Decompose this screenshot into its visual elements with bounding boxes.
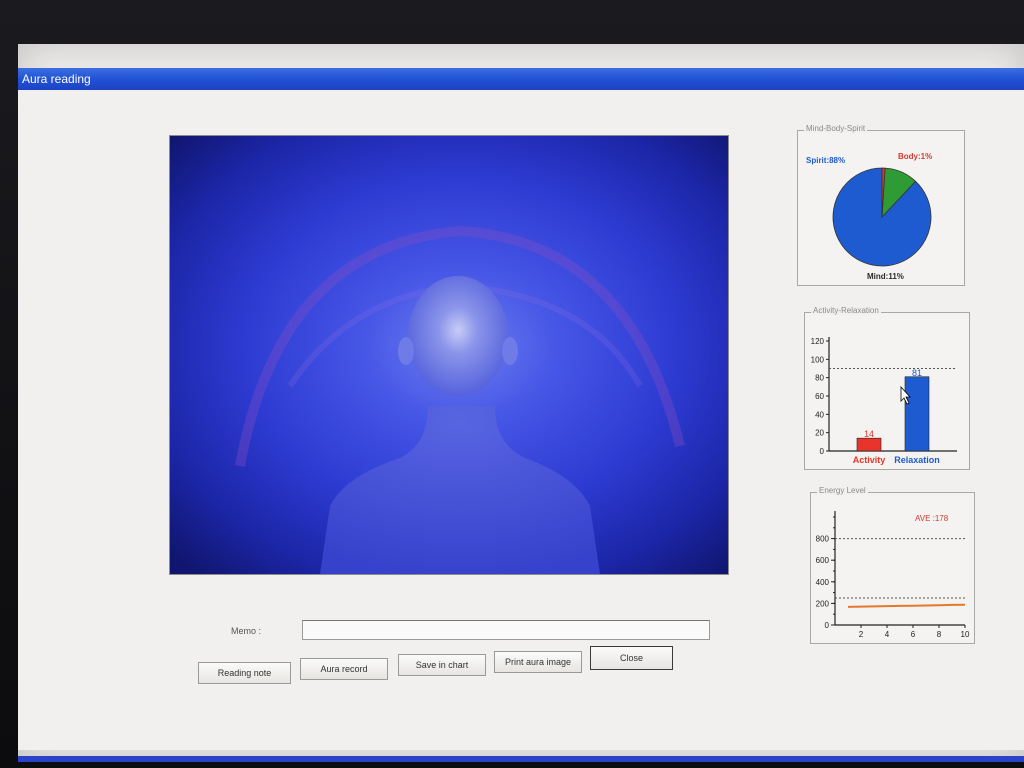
line-y-tick-label: 800 (816, 535, 830, 544)
activity-relaxation-panel: Activity-Relaxation 0 20 40 60 80 100 120 14 Act… (804, 306, 970, 470)
bar-category-label: Activity (853, 455, 886, 465)
aura-record-button[interactable]: Aura record (300, 658, 388, 680)
bar-y-tick-label: 40 (815, 410, 824, 419)
line-x-tick-label: 2 (859, 630, 864, 639)
line-y-tick-label: 0 (825, 621, 830, 630)
energy-level-panel: Energy Level AVE :178 0 200 400 600 800 2 4 6 8 1… (810, 486, 975, 644)
bar-value-label: 81 (912, 368, 922, 378)
line-y-tick-label: 600 (816, 556, 830, 565)
reading-note-button[interactable]: Reading note (198, 662, 291, 684)
window-content: Memo : Reading note Aura record Save in … (18, 90, 1024, 750)
bar-activity (856, 437, 882, 452)
pie-label-mind: Mind:11% (867, 272, 904, 281)
bar-y-tick-label: 20 (815, 429, 824, 438)
pie-label-spirit: Spirit:88% (806, 156, 845, 165)
bar-y-tick-label: 80 (815, 374, 824, 383)
aura-image (169, 135, 729, 575)
bar-y-tick-label: 0 (820, 447, 825, 456)
line-x-tick-label: 8 (937, 630, 942, 639)
window-titlebar[interactable]: Aura reading (18, 68, 1024, 90)
mind-body-spirit-chart: Spirit:88% Body:1% Mind:11% (806, 152, 932, 281)
line-x-tick-label: 6 (911, 630, 916, 639)
save-in-chart-button[interactable]: Save in chart (398, 654, 486, 676)
bar-relaxation (904, 376, 930, 452)
energy-level-series (847, 603, 966, 608)
print-aura-image-button[interactable]: Print aura image (494, 651, 582, 673)
energy-level-chart: AVE :178 0 200 400 600 800 2 4 6 8 10 (816, 511, 970, 639)
energy-average-label: AVE :178 (915, 514, 949, 523)
bar-category-label: Relaxation (894, 455, 940, 465)
memo-input[interactable] (302, 620, 710, 640)
line-y-tick-label: 400 (816, 578, 830, 587)
window-title: Aura reading (22, 72, 91, 86)
activity-relaxation-chart: 0 20 40 60 80 100 120 14 Activity 81 Relaxation (811, 337, 957, 465)
bar-y-tick-label: 100 (811, 355, 825, 364)
line-x-tick-label: 10 (961, 630, 970, 639)
close-button[interactable]: Close (590, 646, 673, 670)
line-x-tick-label: 4 (885, 630, 890, 639)
bar-value-label: 14 (864, 429, 874, 439)
mind-body-spirit-panel: Mind-Body-Spirit Spirit:88% Body:1% Mind… (797, 124, 965, 286)
bar-y-tick-label: 120 (811, 337, 825, 346)
aura-image-graphic (170, 136, 728, 574)
memo-label: Memo : (231, 626, 262, 636)
line-y-tick-label: 200 (816, 599, 830, 608)
bar-y-tick-label: 60 (815, 392, 824, 401)
pie-label-body: Body:1% (898, 152, 932, 161)
screen: Aura reading Memo: Reading note Aura re… (18, 44, 1024, 762)
